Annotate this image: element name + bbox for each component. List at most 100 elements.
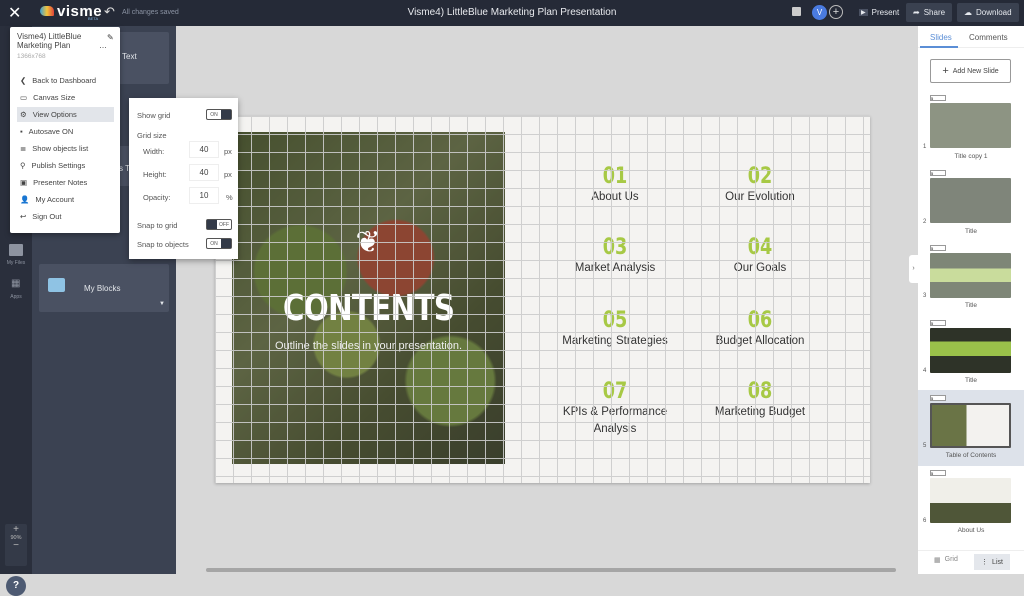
slide-duration[interactable]: 5 bbox=[930, 470, 946, 476]
menu-back-to-dashboard[interactable]: ❮ Back to Dashboard bbox=[17, 73, 114, 88]
collapse-panel-handle[interactable]: › bbox=[909, 255, 918, 283]
toc-item[interactable]: 05 Marketing Strategies bbox=[540, 308, 690, 350]
wheat-icon: ❦ bbox=[355, 226, 381, 259]
menu-canvas-size[interactable]: ▭ Canvas Size bbox=[17, 90, 114, 105]
add-collaborator-icon[interactable]: + bbox=[829, 5, 843, 19]
grid-width-input[interactable]: 40 bbox=[189, 141, 219, 158]
sign-out-icon: ↩ bbox=[20, 212, 27, 221]
slide-title[interactable]: CONTENTS bbox=[257, 288, 481, 329]
menu-label: My Account bbox=[35, 195, 75, 204]
canvas-dimensions: 1366x768 bbox=[17, 53, 46, 60]
slide-thumbnail-5[interactable] bbox=[930, 403, 1011, 448]
menu-sign-out[interactable]: ↩ Sign Out bbox=[17, 209, 114, 224]
apps-icon[interactable]: ▦ bbox=[11, 278, 20, 289]
slide[interactable]: ❦ CONTENTS Outline the slides in your pr… bbox=[215, 116, 870, 483]
slide-thumbnail-1[interactable] bbox=[930, 103, 1011, 148]
my-blocks-card[interactable]: My Blocks ▼ bbox=[39, 264, 169, 312]
toc-item[interactable]: 01 About Us bbox=[540, 164, 690, 206]
slide-subtitle[interactable]: Outline the slides in your presentation. bbox=[232, 340, 505, 352]
zoom-in-icon[interactable]: + bbox=[5, 524, 27, 535]
toc-item[interactable]: 02 Our Evolution bbox=[685, 164, 835, 206]
toc-number: 02 bbox=[747, 164, 773, 189]
slide-number: 4 bbox=[923, 368, 927, 374]
more-icon[interactable]: … bbox=[99, 41, 107, 50]
toc-number: 01 bbox=[602, 164, 628, 189]
text-card-label: Text bbox=[122, 52, 137, 61]
slide-duration[interactable]: 5 bbox=[930, 245, 946, 251]
slide-thumbnail-2[interactable] bbox=[930, 178, 1011, 223]
menu-presenter-notes[interactable]: ▣ Presenter Notes bbox=[17, 175, 114, 190]
unit-label: % bbox=[226, 193, 233, 202]
my-files-icon[interactable] bbox=[9, 244, 23, 256]
snap-objects-toggle[interactable]: ON bbox=[206, 238, 232, 249]
unit-label: px bbox=[224, 170, 232, 179]
cloud-download-icon: ☁ bbox=[964, 8, 972, 17]
apps-label[interactable]: Apps bbox=[0, 294, 32, 300]
gear-icon: ⚙ bbox=[20, 110, 27, 119]
grid-view-button[interactable]: ▦ Grid bbox=[934, 556, 958, 564]
slide-name: Title bbox=[964, 228, 978, 235]
grid-size-label: Grid size bbox=[137, 131, 167, 140]
active-tab-indicator bbox=[920, 46, 958, 48]
save-icon: ▪ bbox=[20, 127, 23, 136]
menu-view-options[interactable]: ⚙ View Options bbox=[17, 107, 114, 122]
grid-height-input[interactable]: 40 bbox=[189, 164, 219, 181]
menu-label: Publish Settings bbox=[31, 161, 86, 170]
horizontal-scrollbar[interactable] bbox=[206, 568, 896, 572]
zoom-out-icon[interactable]: − bbox=[5, 541, 27, 551]
toc-item[interactable]: 04 Our Goals bbox=[685, 235, 835, 277]
slide-duration[interactable]: 5 bbox=[930, 320, 946, 326]
top-bar: ✕ visme BETA ↶ All changes saved Visme4)… bbox=[0, 0, 1024, 26]
grid-height-label: Height: bbox=[143, 170, 167, 179]
slide-thumbnail-4[interactable] bbox=[930, 328, 1011, 373]
toc-item[interactable]: 03 Market Analysis bbox=[540, 235, 690, 277]
chevron-left-icon: ❮ bbox=[20, 76, 27, 85]
tab-slides[interactable]: Slides bbox=[930, 33, 952, 42]
list-view-button[interactable]: ⋮ List bbox=[974, 554, 1010, 570]
canvas-icon: ▭ bbox=[20, 93, 28, 102]
menu-my-account[interactable]: 👤 My Account bbox=[17, 192, 114, 207]
slide-duration[interactable]: 5 bbox=[930, 170, 946, 176]
present-label: Present bbox=[871, 8, 900, 17]
slide-duration[interactable]: 5 bbox=[930, 95, 946, 101]
caret-down-icon[interactable]: ▼ bbox=[159, 301, 165, 307]
add-slide-label: Add New Slide bbox=[952, 67, 999, 75]
toc-label: Marketing Strategies bbox=[562, 335, 668, 347]
pencil-icon[interactable]: ✎ bbox=[107, 33, 114, 42]
help-button[interactable]: ? bbox=[6, 576, 26, 596]
toc-item[interactable]: 07 KPIs & Performance Analysis bbox=[540, 379, 690, 438]
slide-thumbnail-6[interactable] bbox=[930, 478, 1011, 523]
my-blocks-label: My Blocks bbox=[84, 284, 121, 293]
toc-item[interactable]: 08 Marketing Budget bbox=[685, 379, 835, 421]
menu-publish-settings[interactable]: ⚲ Publish Settings bbox=[17, 158, 114, 173]
toc-number: 08 bbox=[747, 379, 773, 404]
view-toggle-bar: ▦ Grid ⋮ List bbox=[918, 550, 1024, 574]
comment-icon[interactable] bbox=[792, 7, 801, 16]
show-grid-toggle[interactable]: ON bbox=[206, 109, 232, 120]
toc-item[interactable]: 06 Budget Allocation bbox=[685, 308, 835, 350]
present-button[interactable]: ▶ Present bbox=[852, 3, 906, 22]
my-files-label[interactable]: My Files bbox=[0, 260, 32, 266]
tomato-photo: ❦ CONTENTS Outline the slides in your pr… bbox=[232, 132, 505, 464]
toc-label: Market Analysis bbox=[574, 262, 656, 274]
slide-number: 6 bbox=[923, 518, 927, 524]
slide-name: Title copy 1 bbox=[954, 153, 988, 160]
snap-grid-toggle[interactable]: OFF bbox=[206, 219, 232, 230]
tab-comments[interactable]: Comments bbox=[969, 33, 1008, 42]
list-label: List bbox=[992, 558, 1003, 566]
list-icon: ⋮ bbox=[981, 559, 989, 566]
avatar[interactable]: V bbox=[812, 5, 827, 20]
menu-show-objects-list[interactable]: ≣ Show objects list bbox=[17, 141, 114, 156]
grid-icon: ▦ bbox=[934, 557, 941, 564]
add-new-slide-button[interactable]: + Add New Slide bbox=[930, 59, 1011, 83]
slide-duration[interactable]: 5 bbox=[930, 395, 946, 401]
slide-name: Title bbox=[964, 302, 978, 309]
toc-number: 07 bbox=[602, 379, 628, 404]
menu-label: Back to Dashboard bbox=[32, 76, 97, 85]
grid-opacity-input[interactable]: 10 bbox=[189, 187, 219, 204]
download-button[interactable]: ☁ Download bbox=[957, 3, 1019, 22]
menu-autosave[interactable]: ▪ Autosave ON bbox=[17, 124, 114, 139]
share-button[interactable]: ➦ Share bbox=[906, 3, 953, 22]
slide-thumbnail-3[interactable] bbox=[930, 253, 1011, 298]
share-icon: ➦ bbox=[913, 8, 920, 17]
